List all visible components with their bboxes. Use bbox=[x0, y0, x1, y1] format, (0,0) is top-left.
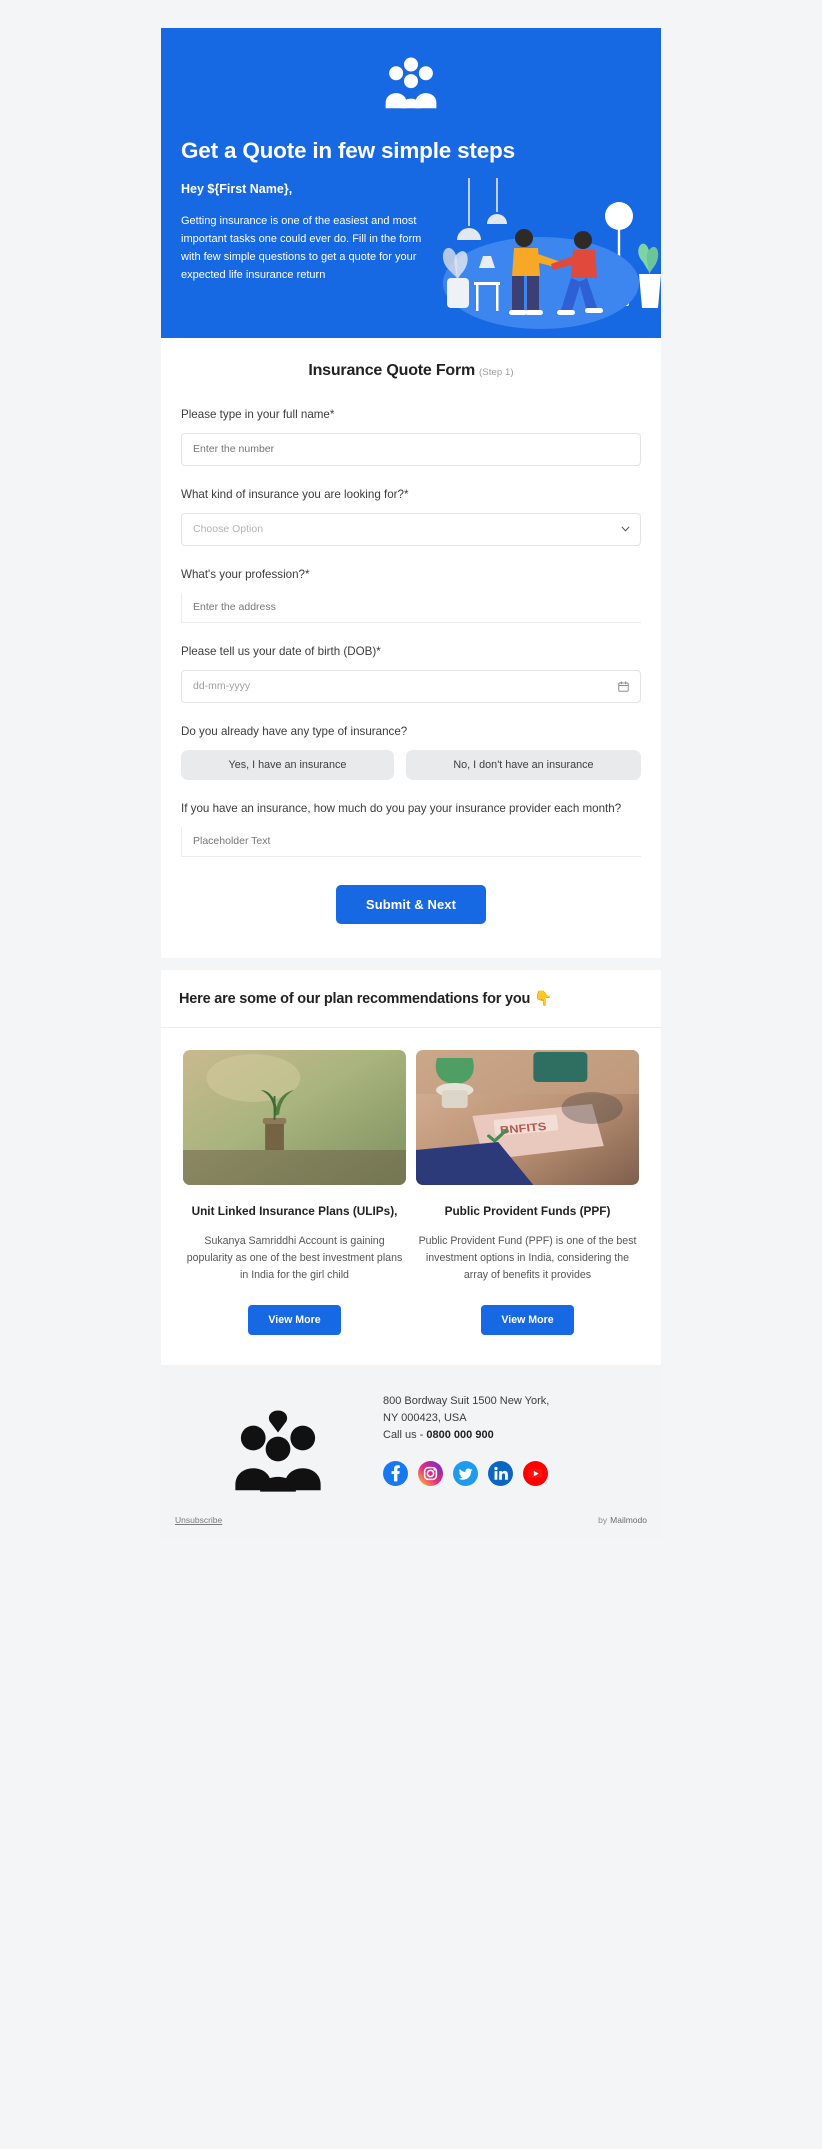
insurance-type-select[interactable]: Choose Option bbox=[181, 512, 641, 546]
insurance-quote-form: Insurance Quote Form (Step 1) Please type… bbox=[161, 338, 661, 958]
plant-in-jar-image bbox=[183, 1049, 406, 1185]
footer-address-line-1: 800 Bordway Suit 1500 New York, bbox=[383, 1394, 550, 1407]
field-date-of-birth: Please tell us your date of birth (DOB)*… bbox=[181, 643, 641, 703]
hero-greeting: Hey ${First Name}, bbox=[181, 182, 293, 196]
section-divider bbox=[161, 957, 661, 970]
field-monthly-payment: If you have an insurance, how much do yo… bbox=[181, 800, 641, 857]
profession-input[interactable] bbox=[181, 592, 641, 623]
footer-phone-number[interactable]: 0800 000 900 bbox=[426, 1429, 493, 1441]
plan-card-title: Public Provident Funds (PPF) bbox=[444, 1203, 611, 1218]
option-no-insurance[interactable]: No, I don't have an insurance bbox=[405, 749, 642, 780]
monthly-payment-input[interactable] bbox=[181, 826, 641, 857]
footer-call-prefix: Call us - bbox=[383, 1429, 427, 1442]
mailmodo-brand-label: Mailmodo bbox=[610, 1514, 647, 1525]
calendar-icon[interactable] bbox=[618, 681, 629, 692]
hero-body-text: Getting insurance is one of the easiest … bbox=[181, 215, 422, 282]
insurance-type-select-wrap[interactable]: Choose Option bbox=[181, 512, 641, 546]
hero-title: Get a Quote in few simple steps bbox=[181, 138, 515, 163]
submit-and-next-button[interactable]: Submit & Next bbox=[335, 884, 487, 924]
footer-bottom-bar: Unsubscribe by Mailmodo bbox=[161, 1506, 661, 1539]
benefits-newspaper-image: BNFITS bbox=[416, 1049, 639, 1185]
plan-card-title: Unit Linked Insurance Plans (ULIPs), bbox=[191, 1203, 398, 1218]
form-title: Insurance Quote Form bbox=[308, 362, 476, 379]
plan-card-description: Sukanya Samriddhi Account is gaining pop… bbox=[186, 1235, 403, 1282]
field-profession: What's your profession?* bbox=[181, 566, 641, 623]
email-preview-page: Get a Quote in few simple steps Hey ${Fi… bbox=[0, 0, 822, 2149]
chevron-down-icon bbox=[621, 527, 630, 532]
youtube-icon[interactable] bbox=[523, 1460, 548, 1486]
date-of-birth-input[interactable]: dd-mm-yyyy bbox=[181, 669, 641, 703]
field-existing-insurance: Do you already have any type of insuranc… bbox=[181, 723, 642, 780]
view-more-button[interactable]: View More bbox=[248, 1304, 341, 1335]
hero-section: Get a Quote in few simple steps Hey ${Fi… bbox=[161, 28, 661, 338]
option-yes-have-insurance[interactable]: Yes, I have an insurance bbox=[181, 749, 394, 780]
full-name-input[interactable] bbox=[181, 432, 641, 466]
footer-call-line: Call us - 0800 000 900 bbox=[383, 1427, 639, 1444]
field-insurance-type: What kind of insurance you are looking f… bbox=[181, 486, 641, 546]
plan-card-button-wrap: View More bbox=[416, 1304, 639, 1335]
date-placeholder: dd-mm-yyyy bbox=[193, 680, 251, 693]
recommendations-header: Here are some of our plan recommendation… bbox=[161, 969, 661, 1028]
instagram-icon[interactable] bbox=[418, 1460, 443, 1486]
recommendations-heading: Here are some of our plan recommendation… bbox=[179, 990, 552, 1007]
family-group-icon bbox=[385, 57, 437, 109]
hero-logo-wrap bbox=[179, 54, 643, 110]
submit-button-wrap: Submit & Next bbox=[181, 884, 641, 924]
field-label-profession: What's your profession?* bbox=[181, 567, 310, 581]
field-full-name: Please type in your full name* bbox=[181, 406, 641, 466]
plan-card: Unit Linked Insurance Plans (ULIPs), Suk… bbox=[183, 1049, 406, 1335]
view-more-button[interactable]: View More bbox=[481, 1304, 574, 1335]
family-group-icon-dark bbox=[235, 1410, 321, 1492]
email-body: Get a Quote in few simple steps Hey ${Fi… bbox=[161, 28, 661, 1539]
form-step-label: (Step 1) bbox=[479, 367, 514, 378]
field-label-monthly-payment: If you have an insurance, how much do yo… bbox=[181, 801, 622, 815]
footer-contact: 800 Bordway Suit 1500 New York, NY 00042… bbox=[383, 1389, 639, 1486]
footer-section: 800 Bordway Suit 1500 New York, NY 00042… bbox=[161, 1364, 661, 1507]
made-by-mailmodo[interactable]: by Mailmodo bbox=[598, 1515, 647, 1525]
field-label-date-of-birth: Please tell us your date of birth (DOB)* bbox=[181, 644, 381, 658]
plan-card-button-wrap: View More bbox=[183, 1304, 406, 1335]
facebook-icon[interactable] bbox=[383, 1460, 408, 1486]
existing-insurance-options: Yes, I have an insurance No, I don't hav… bbox=[181, 749, 642, 780]
made-by-prefix: by bbox=[598, 1514, 608, 1525]
field-label-full-name: Please type in your full name* bbox=[181, 408, 335, 421]
social-links bbox=[383, 1460, 639, 1486]
footer-logo-wrap bbox=[183, 1389, 373, 1493]
field-label-existing-insurance: Do you already have any type of insuranc… bbox=[181, 724, 408, 738]
plan-card-description: Public Provident Fund (PPF) is one of th… bbox=[418, 1235, 637, 1282]
plan-card: BNFITS Public Provident Funds (PPF) Publ… bbox=[416, 1049, 639, 1335]
recommendation-cards: Unit Linked Insurance Plans (ULIPs), Suk… bbox=[161, 1027, 661, 1365]
linkedin-icon[interactable] bbox=[488, 1460, 513, 1486]
unsubscribe-link[interactable]: Unsubscribe bbox=[175, 1515, 222, 1525]
twitter-icon[interactable] bbox=[453, 1460, 478, 1486]
field-label-insurance-type: What kind of insurance you are looking f… bbox=[181, 487, 409, 501]
hero-illustration bbox=[442, 178, 661, 329]
form-title-row: Insurance Quote Form (Step 1) bbox=[181, 358, 641, 380]
footer-address-line-2: NY 000423, USA bbox=[383, 1411, 467, 1424]
